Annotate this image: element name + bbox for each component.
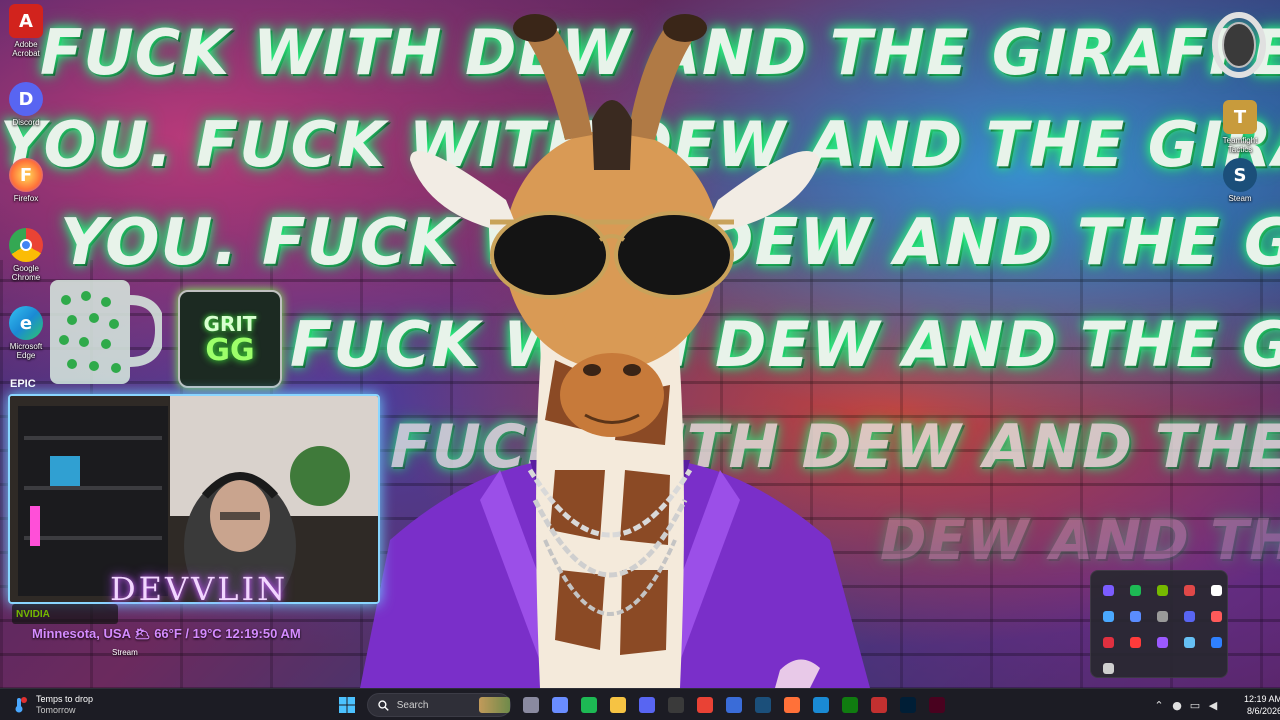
taskbar-search[interactable] bbox=[367, 693, 511, 717]
microphone-icon[interactable]: ● bbox=[1168, 689, 1186, 720]
tray-app-4-icon[interactable] bbox=[1176, 577, 1202, 603]
taskbar-weather-widget[interactable]: Temps to drop Tomorrow bbox=[10, 693, 93, 717]
graffiti-text-line: DEW AND THE GIRAFFE bbox=[880, 508, 1280, 573]
tray-app-12-icon[interactable] bbox=[1122, 629, 1148, 655]
nvidia-overlay-badge: NVIDIA bbox=[12, 604, 118, 624]
taskbar: Temps to drop Tomorrow ⌃ ● ▭ ◀ 12:19 AM … bbox=[0, 688, 1280, 720]
windows-logo-icon bbox=[339, 697, 355, 713]
photoshop-icon[interactable] bbox=[895, 692, 921, 718]
weather-subtitle: Tomorrow bbox=[36, 705, 76, 715]
desktop-icon-label: Steam bbox=[1228, 194, 1252, 203]
desktop-icon-label: Firefox bbox=[13, 194, 39, 203]
spotify-icon[interactable] bbox=[576, 692, 602, 718]
volume-icon[interactable]: ◀ bbox=[1204, 689, 1222, 720]
firefox-icon: F bbox=[9, 158, 43, 192]
weather-headline: Temps to drop bbox=[36, 694, 94, 704]
epic-games-label[interactable]: EPIC bbox=[10, 378, 40, 390]
app-taskbar-icon[interactable] bbox=[866, 692, 892, 718]
indesign-icon[interactable] bbox=[924, 692, 950, 718]
tray-app-5-icon[interactable] bbox=[1203, 577, 1229, 603]
file-explorer-icon[interactable] bbox=[605, 692, 631, 718]
desktop-icon-steam[interactable]: S Steam bbox=[1214, 158, 1266, 203]
search-input[interactable] bbox=[396, 699, 477, 711]
tray-app-10-icon[interactable] bbox=[1203, 603, 1229, 629]
streamer-name-overlay: DEVVLIN bbox=[110, 570, 289, 608]
taskbar-center bbox=[334, 692, 950, 718]
discord-icon: D bbox=[9, 82, 43, 116]
desktop-icon-label: Teamfight Tactics bbox=[1222, 136, 1258, 154]
chrome-taskbar-icon[interactable] bbox=[692, 692, 718, 718]
desktop-icon-teamfight-tactics[interactable]: T Teamfight Tactics bbox=[1214, 100, 1266, 154]
tray-app-11-icon[interactable] bbox=[1095, 629, 1121, 655]
tray-steam-icon[interactable] bbox=[1176, 629, 1202, 655]
edge-taskbar-icon[interactable] bbox=[808, 692, 834, 718]
stream-label: Stream bbox=[112, 648, 138, 657]
copilot-icon[interactable] bbox=[547, 692, 573, 718]
desktop-icon-label: Discord bbox=[12, 118, 40, 127]
tray-overflow-panel bbox=[1090, 570, 1228, 678]
discord-taskbar-icon[interactable] bbox=[634, 692, 660, 718]
chevron-up-icon[interactable]: ⌃ bbox=[1150, 689, 1168, 720]
system-tray: ⌃ ● ▭ ◀ 12:19 AM 8/6/2026 bbox=[1150, 689, 1280, 720]
xbox-icon[interactable] bbox=[837, 692, 863, 718]
weather-overlay-text: Minnesota, USA 🌥 66°F / 19°C 12:19:50 AM bbox=[32, 626, 301, 641]
clover-mug-widget bbox=[50, 280, 162, 384]
tray-app-13-icon[interactable] bbox=[1149, 629, 1175, 655]
edge-icon: e bbox=[9, 306, 43, 340]
desktop-icon-firefox[interactable]: F Firefox bbox=[0, 158, 52, 203]
obs-icon[interactable] bbox=[663, 692, 689, 718]
taskbar-clock[interactable]: 12:19 AM 8/6/2026 bbox=[1230, 693, 1280, 717]
steam-taskbar-icon[interactable] bbox=[750, 692, 776, 718]
desktop-icon-adobe-acrobat[interactable]: A Adobe Acrobat bbox=[0, 4, 52, 58]
clock-date: 8/6/2026 bbox=[1246, 706, 1280, 716]
watch-widget-icon bbox=[1212, 12, 1266, 78]
task-view-icon[interactable] bbox=[518, 692, 544, 718]
desktop-icon-label: Adobe Acrobat bbox=[12, 40, 40, 58]
firefox-taskbar-icon[interactable] bbox=[779, 692, 805, 718]
tray-nvidia-icon[interactable] bbox=[1149, 577, 1175, 603]
network-icon[interactable]: ▭ bbox=[1186, 689, 1204, 720]
tray-usb-icon[interactable] bbox=[1095, 655, 1121, 681]
start-button[interactable] bbox=[334, 692, 360, 718]
tray-spotify-icon[interactable] bbox=[1122, 577, 1148, 603]
tray-app-1-icon[interactable] bbox=[1095, 577, 1121, 603]
search-highlight-image bbox=[478, 697, 510, 713]
giraffe-illustration bbox=[360, 14, 870, 688]
thermometer-icon bbox=[10, 696, 28, 714]
search-icon bbox=[378, 699, 389, 711]
steam-icon: S bbox=[1223, 158, 1257, 192]
clock-time: 12:19 AM bbox=[1243, 694, 1280, 704]
grit-gg-widget: GRIT GG bbox=[178, 290, 282, 388]
tray-app-6-icon[interactable] bbox=[1095, 603, 1121, 629]
desktop-icon-discord[interactable]: D Discord bbox=[0, 82, 52, 127]
adobe-acrobat-icon: A bbox=[9, 4, 43, 38]
tray-discord-icon[interactable] bbox=[1176, 603, 1202, 629]
tray-bluetooth-icon[interactable] bbox=[1203, 629, 1229, 655]
chrome-icon bbox=[9, 228, 43, 262]
store-icon[interactable] bbox=[721, 692, 747, 718]
tray-app-7-icon[interactable] bbox=[1122, 603, 1148, 629]
tray-app-8-icon[interactable] bbox=[1149, 603, 1175, 629]
teamfight-tactics-icon: T bbox=[1223, 100, 1257, 134]
grit-gg-bottom-text: GG bbox=[205, 333, 255, 368]
